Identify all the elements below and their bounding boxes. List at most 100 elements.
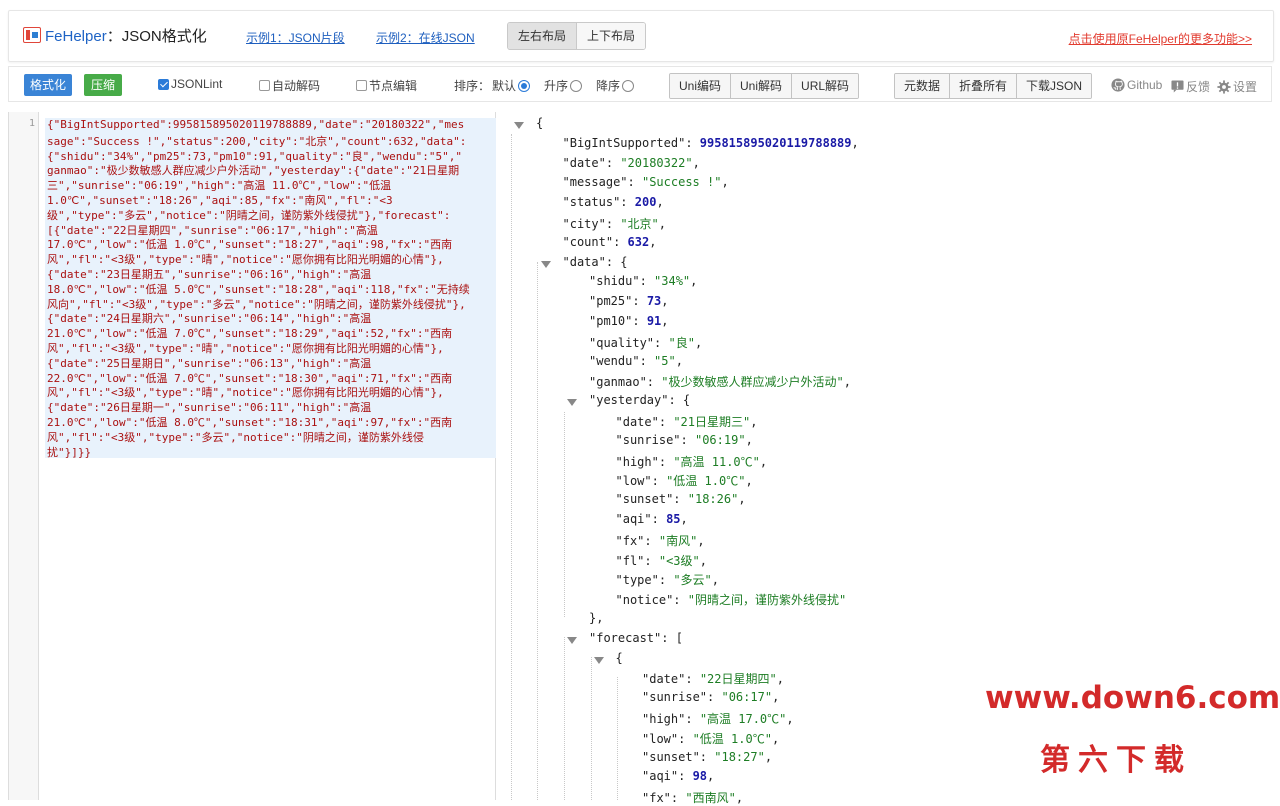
watermark-text: 第六下载 <box>1040 743 1192 778</box>
format-button[interactable]: 格式化 <box>24 74 73 96</box>
github-link[interactable]: Github <box>1111 78 1162 92</box>
json-key: "wendu" <box>589 353 640 368</box>
json-punctuation: : <box>651 474 667 489</box>
json-punctuation: , <box>697 533 705 548</box>
json-punctuation: , <box>772 690 780 705</box>
json-line: "city": "北京", <box>563 215 667 232</box>
json-key: "fl" <box>615 553 645 568</box>
node-edit-label: 节点编辑 <box>369 79 418 93</box>
json-punctuation: : <box>639 353 655 368</box>
json-line: "sunrise": "06:17", <box>642 690 779 704</box>
sort-asc-radio[interactable]: 升序 <box>544 77 583 94</box>
collapse-toggle-icon[interactable] <box>540 260 551 268</box>
json-punctuation: : <box>605 217 621 231</box>
json-string-value: "22日星期四" <box>699 672 777 687</box>
auto-decode-label: 自动解码 <box>272 79 321 93</box>
layout-top-bottom-button[interactable]: 上下布局 <box>577 23 646 49</box>
url-decode-button[interactable]: URL解码 <box>792 74 859 98</box>
json-punctuation: : <box>680 432 695 447</box>
json-key: "high" <box>615 454 659 469</box>
uni-encode-button[interactable]: Uni编码 <box>670 74 732 98</box>
json-string-value: "良" <box>668 335 695 350</box>
json-line: "type": "多云", <box>616 571 720 588</box>
node-edit-checkbox[interactable]: 节点编辑 <box>356 77 417 94</box>
code-line: 风","fl":"<3级","type":"多云","notice":"阴晴之间… <box>47 430 424 444</box>
collapse-toggle-icon[interactable] <box>567 399 577 407</box>
json-key: "BigIntSupported" <box>562 135 686 150</box>
sort-default-radio[interactable]: 默认 <box>492 77 531 94</box>
example1-link[interactable]: 示例1：JSON片段 <box>246 29 345 46</box>
watermark-url: www.down6.com <box>985 680 1280 716</box>
json-line: "aqi": 98, <box>642 769 714 783</box>
json-string-value: "18:26" <box>687 492 739 507</box>
json-key: "date" <box>642 672 686 687</box>
action-button-group: 元数据 折叠所有 下载JSON <box>894 73 1093 99</box>
code-line: 风","fl":"<3级","type":"晴","notice":"愿你拥有比… <box>47 342 444 355</box>
collapse-toggle-icon[interactable] <box>514 122 524 129</box>
collapse-toggle-icon[interactable] <box>593 656 604 664</box>
json-string-value: "Success !" <box>641 175 722 190</box>
auto-decode-checkbox[interactable]: 自动解码 <box>259 77 320 94</box>
github-icon <box>1111 78 1125 92</box>
json-punctuation: : <box>627 175 642 190</box>
json-string-value: "低温 1.0℃" <box>666 474 746 489</box>
json-punctuation: , <box>658 217 666 231</box>
json-punctuation: : { <box>605 254 628 269</box>
sort-default-label: 默认 <box>492 79 517 93</box>
indent-guide <box>537 262 538 800</box>
json-line: "aqi": 85, <box>616 512 688 526</box>
example2-link[interactable]: 示例2：在线JSON <box>376 29 475 46</box>
code-line: {"BigIntSupported":995815895020119788889… <box>47 118 465 131</box>
json-punctuation: , <box>759 454 768 469</box>
sort-desc-radio[interactable]: 降序 <box>596 77 635 94</box>
metadata-button[interactable]: 元数据 <box>895 74 951 98</box>
json-line: "status": 200, <box>563 195 664 209</box>
json-punctuation: , <box>661 314 669 328</box>
json-line: "date": "22日星期四", <box>642 670 784 687</box>
json-line: "quality": "良", <box>589 334 702 351</box>
json-input-editor[interactable]: 1 {"BigIntSupported":9958158950201197888… <box>8 112 496 800</box>
uni-decode-button[interactable]: Uni解码 <box>731 74 793 98</box>
fold-all-button[interactable]: 折叠所有 <box>950 74 1018 98</box>
settings-link[interactable]: 设置 <box>1217 78 1257 95</box>
json-punctuation: : <box>646 375 662 390</box>
json-punctuation: , <box>745 432 753 447</box>
indent-guide <box>617 677 618 800</box>
feedback-label: 反馈 <box>1186 80 1211 94</box>
json-number-value: 632 <box>627 234 650 249</box>
json-key: "fx" <box>615 533 645 548</box>
json-punctuation: , <box>738 492 746 507</box>
layout-left-right-button[interactable]: 左右布局 <box>508 23 578 49</box>
compress-button[interactable]: 压缩 <box>84 74 123 96</box>
json-punctuation: : <box>685 712 700 726</box>
json-punctuation: , <box>656 195 664 210</box>
code-line: [{"date":"22日星期四","sunrise":"06:17","hig… <box>47 223 378 237</box>
json-punctuation: : <box>658 415 674 429</box>
code-line: {"date":"23日星期五","sunrise":"06:16","high… <box>47 268 372 281</box>
radio-icon <box>570 79 583 92</box>
radio-selected-icon <box>518 79 531 92</box>
code-line: 21.0℃","low":"低温 7.0℃","sunset":"18:29",… <box>47 327 453 341</box>
json-punctuation: , <box>776 672 784 687</box>
code-line: 18.0℃","low":"低温 5.0℃","sunset":"18:28",… <box>47 282 470 296</box>
more-features-link[interactable]: 点击使用原FeHelper的更多功能>> <box>1069 30 1252 47</box>
json-punctuation: , <box>690 274 698 289</box>
json-key: "low" <box>615 474 652 489</box>
json-punctuation: , <box>745 474 753 489</box>
jsonlint-checkbox[interactable]: JSONLint <box>158 77 222 91</box>
feedback-link[interactable]: 反馈 <box>1171 78 1210 95</box>
json-line: "ganmao": "极少数敏感人群应减少户外活动", <box>589 373 851 390</box>
json-punctuation: , <box>771 731 780 746</box>
json-punctuation: : <box>673 492 688 507</box>
json-line: "sunset": "18:27", <box>642 750 772 764</box>
json-key: "aqi" <box>642 769 679 784</box>
json-string-value: "多云" <box>673 573 712 588</box>
json-string-value: "阴晴之间，谨防紫外线侵扰" <box>687 593 847 608</box>
json-source-text[interactable]: {"BigIntSupported":995815895020119788889… <box>45 118 496 459</box>
json-line: "BigIntSupported": 995815895020119788889… <box>563 136 859 150</box>
code-line: 1.0℃","sunset":"18:26","aqi":85,"fx":"南风… <box>47 194 393 207</box>
collapse-toggle-icon[interactable] <box>567 636 577 644</box>
download-json-button[interactable]: 下载JSON <box>1017 74 1092 98</box>
json-punctuation: , <box>699 553 707 568</box>
json-punctuation: : <box>620 195 635 210</box>
